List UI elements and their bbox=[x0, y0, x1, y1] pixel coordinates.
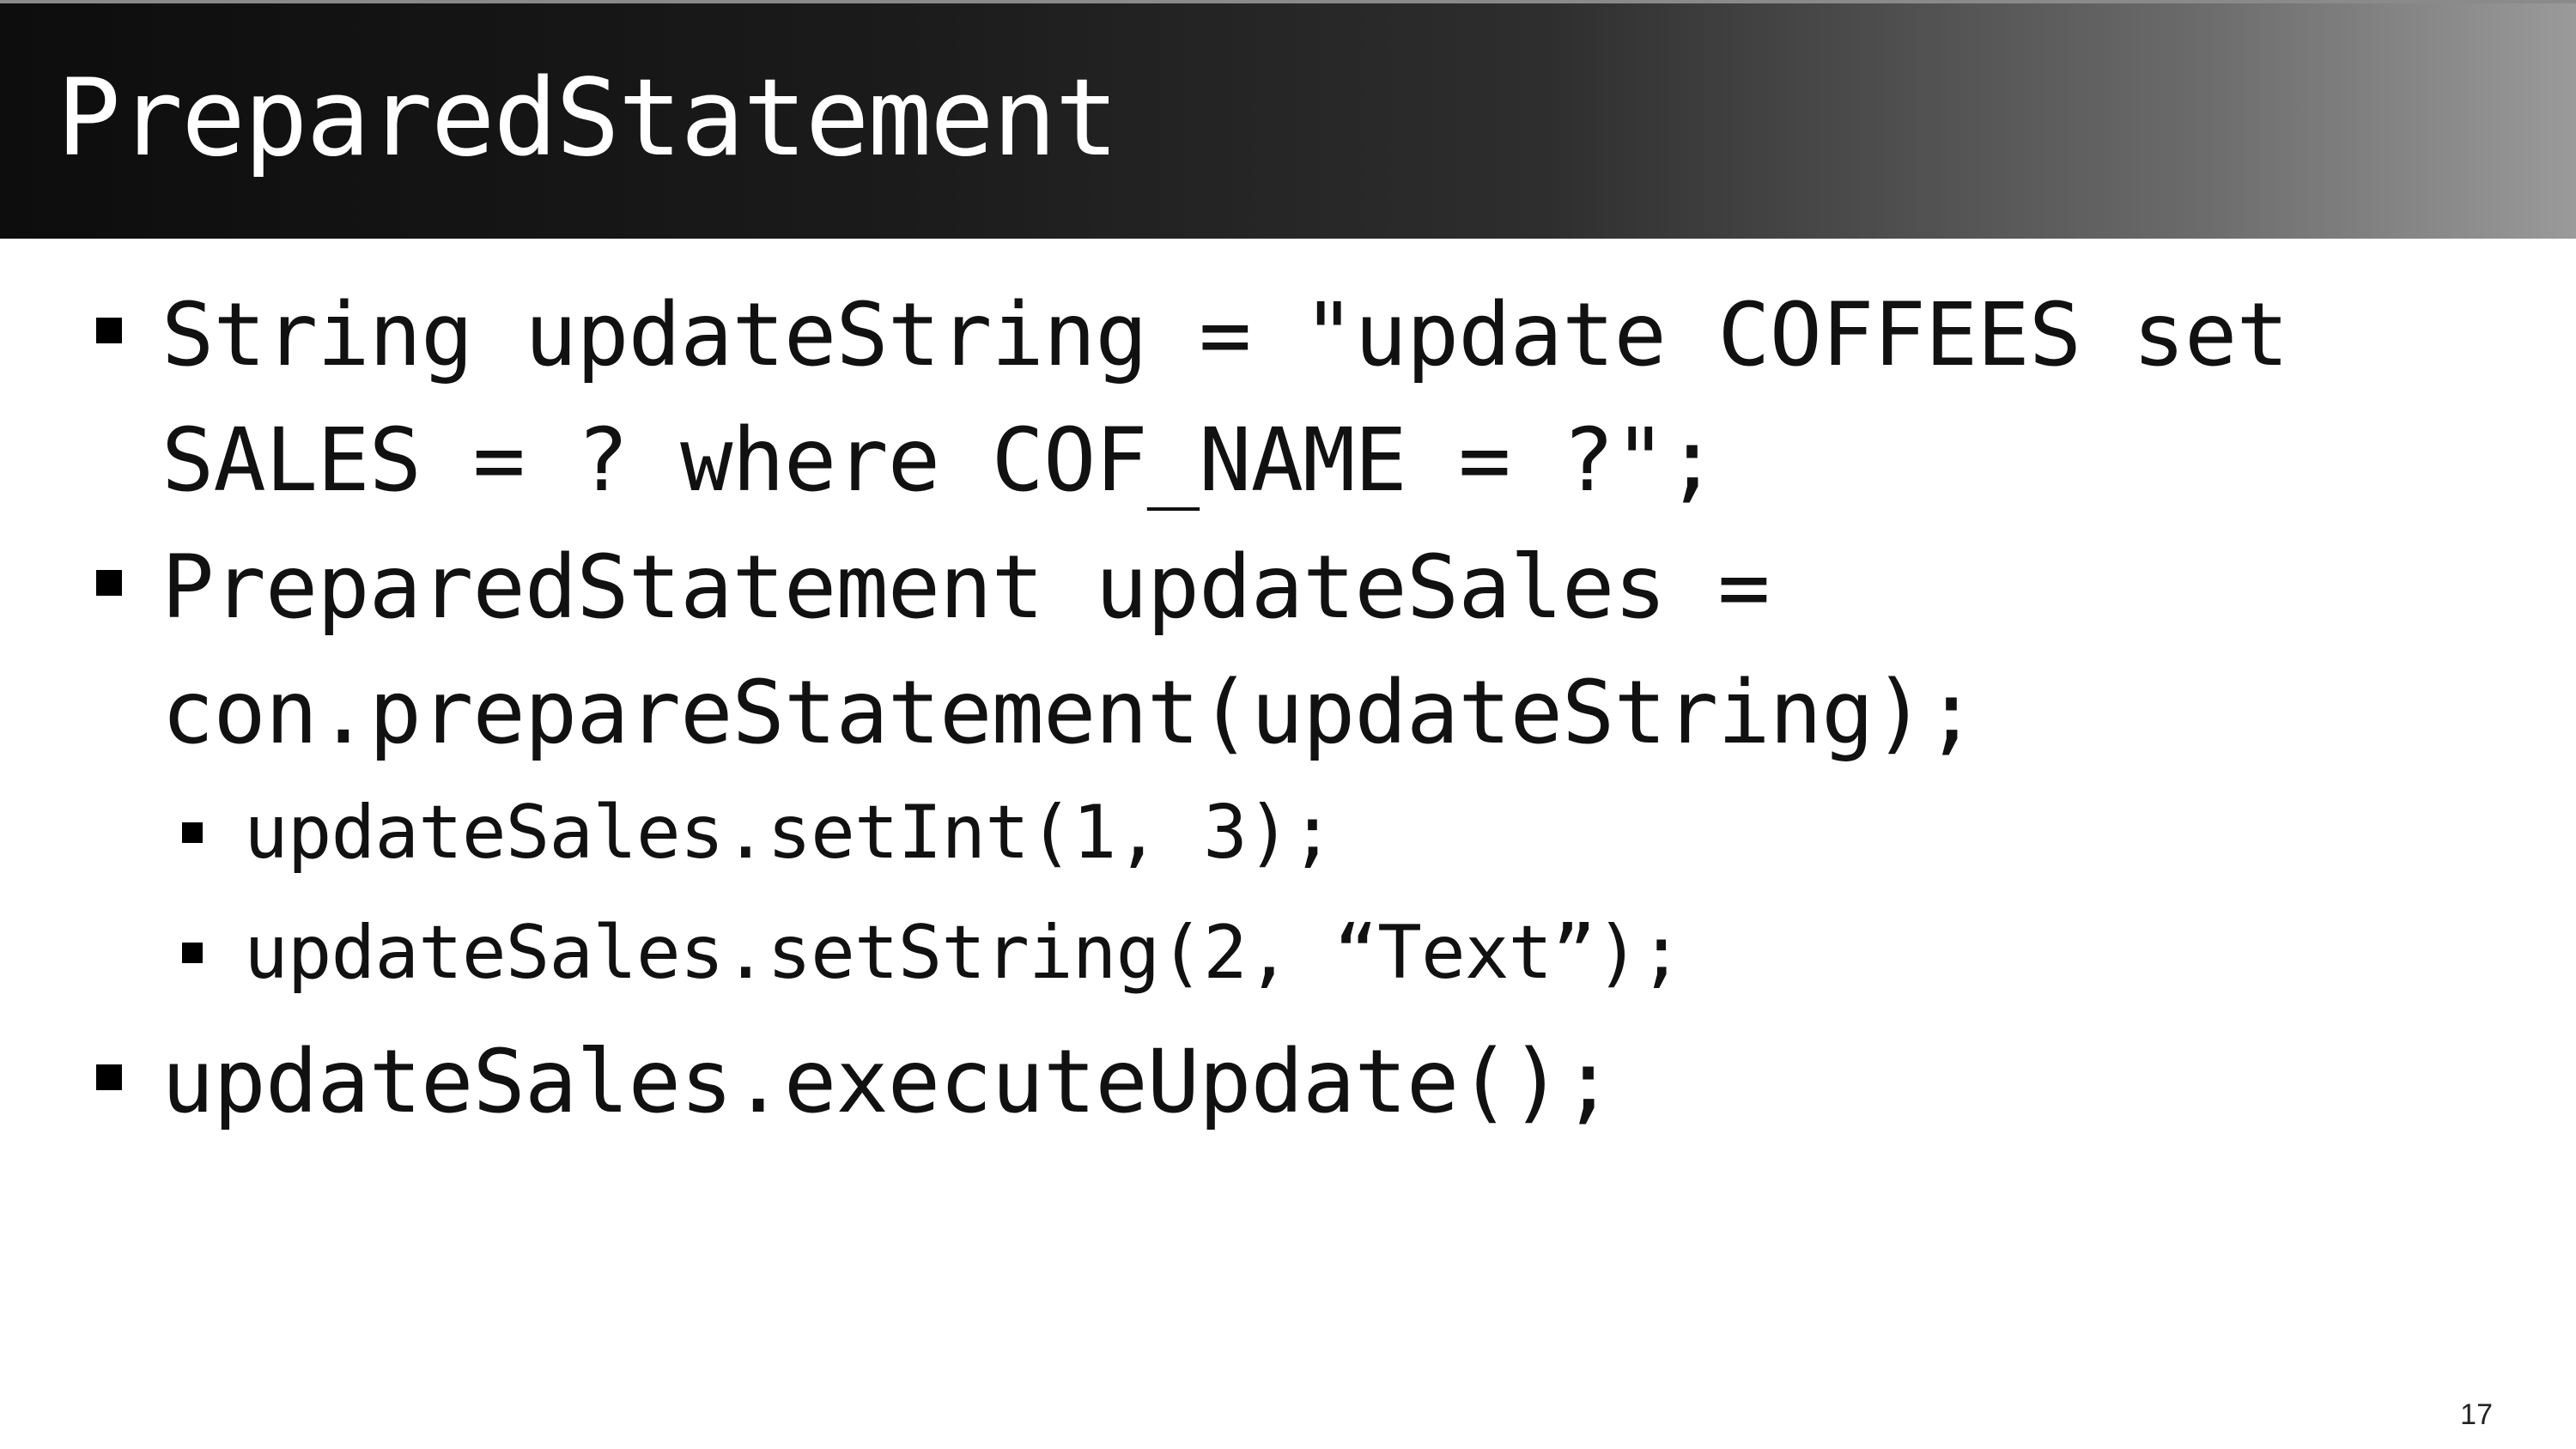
slide-title: PreparedStatement bbox=[57, 57, 1119, 180]
code-line: PreparedStatement updateSales = bbox=[161, 537, 1771, 639]
sub-bullet-item-2: updateSales.setString(2, “Text”); bbox=[244, 910, 1684, 996]
square-bullet-icon bbox=[96, 1064, 122, 1090]
code-line: updateSales.executeUpdate(); bbox=[161, 1031, 1614, 1133]
code-line: String updateString = "update COFFEES se… bbox=[161, 284, 2289, 386]
code-line: SALES = ? where COF_NAME = ?"; bbox=[161, 409, 1718, 512]
code-line: con.prepareStatement(updateString); bbox=[161, 662, 1978, 764]
title-bar: PreparedStatement bbox=[0, 0, 2576, 239]
square-bullet-icon bbox=[96, 318, 122, 343]
square-bullet-icon bbox=[182, 822, 203, 843]
bullet-item-2: PreparedStatement updateSales = con.prep… bbox=[161, 525, 1978, 776]
square-bullet-icon bbox=[182, 943, 203, 963]
slide: PreparedStatement String updateString = … bbox=[0, 0, 2576, 1449]
sub-bullet-item-1: updateSales.setInt(1, 3); bbox=[244, 790, 1334, 876]
bullet-item-1: String updateString = "update COFFEES se… bbox=[161, 273, 2289, 524]
bullet-item-3: updateSales.executeUpdate(); bbox=[161, 1020, 1614, 1145]
page-number: 17 bbox=[2460, 1398, 2493, 1431]
square-bullet-icon bbox=[96, 570, 122, 596]
